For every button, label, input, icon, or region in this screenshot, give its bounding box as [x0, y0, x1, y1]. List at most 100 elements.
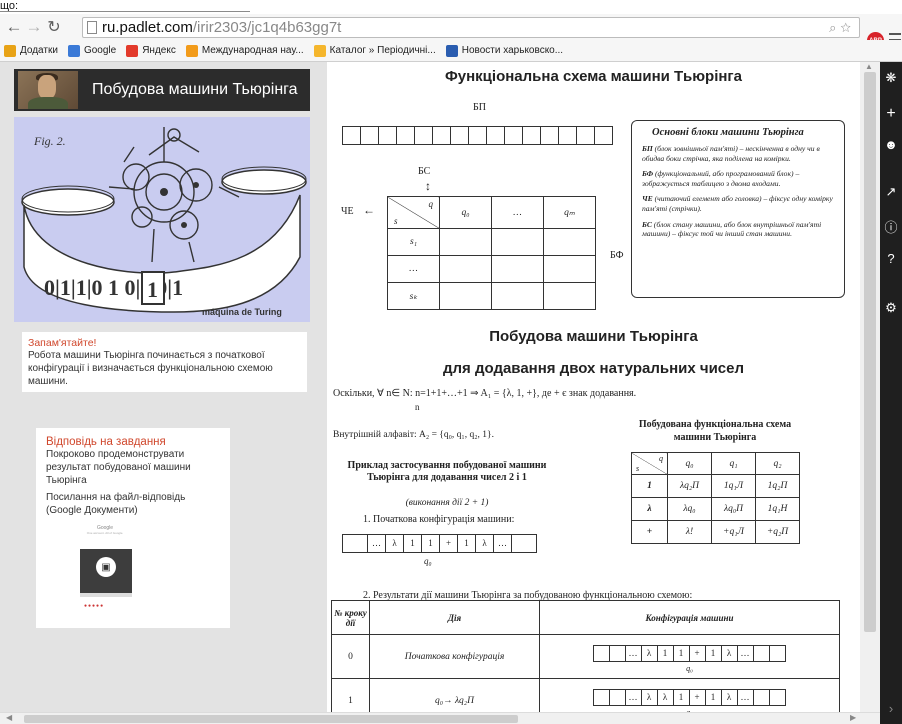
- book-icon: ▣: [96, 557, 116, 577]
- subtitle-1: Побудова машини Тьюрінга: [489, 328, 698, 345]
- built-scheme-title: Побудована функціональна схема машини Ть…: [638, 419, 792, 443]
- config-tape-cell: λ: [720, 644, 738, 662]
- settings-gear-icon[interactable]: ⚙: [880, 298, 902, 318]
- config-tape-cell: [768, 688, 786, 706]
- che-label: ЧЕ: [341, 206, 354, 217]
- bookmark-label: Каталог » Періодичні...: [329, 45, 436, 56]
- google-doc-thumbnail[interactable]: Google One account. All of Google. ▣ ●●●…: [54, 525, 156, 609]
- bookmark-item[interactable]: Яндекс: [126, 44, 176, 57]
- bookmark-item[interactable]: Google: [67, 44, 116, 57]
- help-icon[interactable]: ?: [880, 248, 902, 268]
- address-bar[interactable]: ru.padlet.com /irir2303/jc1q4b63gg7t ⌕☆: [82, 17, 860, 38]
- config-tape-cell: [752, 688, 770, 706]
- turing-machine-illustration[interactable]: Fig. 2. 0|1|1|0 1 0|1|0|1 1 máquina de T…: [14, 117, 310, 322]
- tape-cell: λ: [475, 534, 494, 553]
- add-icon[interactable]: +: [880, 104, 902, 124]
- bookmark-item[interactable]: Додатки: [4, 44, 58, 57]
- scheme-title: Функціональна схема машини Тьюрінга: [444, 68, 743, 85]
- bookmark-item[interactable]: Новости харьковско...: [445, 44, 564, 57]
- tape-cell: +: [439, 534, 458, 553]
- scheme-document[interactable]: Функціональна схема машини Тьюрінга БП Б…: [327, 62, 860, 712]
- config-tape-cell: 1: [704, 644, 722, 662]
- built-table-row: + λ! +q₁Л +q₂П: [631, 520, 800, 544]
- globe-icon: [185, 44, 198, 57]
- expand-arrow-icon[interactable]: ›: [880, 698, 902, 718]
- results-row: 0 Початкова конфігурація… λ 1 1 +1 λ… q₀: [331, 634, 840, 679]
- svg-text:1: 1: [147, 277, 158, 302]
- tape-cell: 1: [421, 534, 440, 553]
- answer-body: Покроково продемонструвати результат поб…: [46, 449, 191, 486]
- padlet-title-card[interactable]: Побудова машини Тьюрінга: [14, 69, 310, 111]
- config-tape-cell: +: [688, 688, 706, 706]
- vertical-scroll-thumb[interactable]: [864, 72, 876, 632]
- scroll-up-icon[interactable]: ▲: [865, 62, 873, 71]
- bf-table: q s q₀ … qₘ s₁ … sₖ: [387, 196, 596, 310]
- share-icon[interactable]: ↗: [880, 182, 902, 202]
- config-tape-cell: λ: [720, 688, 738, 706]
- horizontal-scroll-thumb[interactable]: [24, 715, 518, 723]
- built-table-row: 1 λq₂П 1q₁Л 1q₂П: [631, 474, 800, 498]
- results-table: № кроку дії Дія Конфігурація машини 0 Початк…: [331, 600, 840, 712]
- config-tape-cell: [752, 644, 770, 662]
- url-path: /irir2303/jc1q4b63gg7t: [192, 19, 342, 36]
- block-definition: БП (блок зовнішньої пам'яті) – нескінчен…: [642, 144, 820, 163]
- page-icon: [87, 21, 97, 34]
- config-tape-cell: [592, 688, 610, 706]
- user-icon[interactable]: ☻: [880, 134, 902, 154]
- tape-cell: …: [367, 534, 386, 553]
- thumb-dots: ●●●●●: [84, 603, 105, 609]
- answer-title: Відповідь на завдання: [46, 436, 166, 448]
- config-tape-cell: λ: [656, 688, 674, 706]
- google-icon: [67, 44, 80, 57]
- reload-icon[interactable]: ↻: [44, 16, 64, 38]
- bookmark-item[interactable]: Международная нау...: [185, 44, 304, 57]
- bookmark-label: Додатки: [20, 45, 58, 56]
- built-table-row: λ λq₀ λq₀П 1q₁Н: [631, 497, 800, 521]
- step-1-label: 1. Початкова конфігурація машини:: [363, 514, 515, 525]
- config-tape-cell: 1: [704, 688, 722, 706]
- bookmark-label: Яндекс: [142, 45, 176, 56]
- tape-cell: …: [493, 534, 512, 553]
- subtitle-2: для додавання двох натуральних чисел: [442, 360, 745, 377]
- padlet-logo-icon[interactable]: ❋: [880, 68, 902, 88]
- vertical-scrollbar[interactable]: ▲: [860, 62, 880, 712]
- news-icon: [445, 44, 458, 57]
- answer-link-text[interactable]: Посилання на файл-відповідь (Google Доку…: [46, 491, 220, 517]
- config-tape-cell: 1: [672, 688, 690, 706]
- bf-label: БФ: [610, 250, 624, 261]
- reminder-body: Робота машини Тьюрінга починається з поч…: [28, 350, 273, 387]
- config-tape-cell: λ: [640, 688, 658, 706]
- reminder-note[interactable]: Запам'ятайте! Робота машини Тьюрінга поч…: [22, 332, 307, 392]
- built-head-cell: q₂: [755, 452, 800, 475]
- zoom-and-star-icons[interactable]: ⌕☆: [829, 20, 855, 36]
- bf-corner-cell: q s: [387, 196, 440, 229]
- info-icon[interactable]: ⓘ: [880, 216, 902, 236]
- config-tape-cell: λ: [640, 644, 658, 662]
- page-viewport: Побудова машини Тьюрінга Fig. 2. 0|1|1|0: [0, 62, 880, 712]
- fig-label: Fig. 2.: [33, 134, 66, 148]
- config-tape-cell: …: [624, 644, 642, 662]
- padlet-side-toolbar: ❋ + ☻ ↗ ⓘ ? ⚙ ›: [880, 62, 902, 724]
- initial-tape: … λ 1 1 +1 λ…: [342, 534, 537, 553]
- back-arrow-icon[interactable]: ←: [4, 16, 24, 38]
- bookmark-label: Новости харьковско...: [461, 45, 564, 56]
- turing-portrait: [18, 71, 78, 109]
- config-tape-cell: [608, 688, 626, 706]
- thumb-subtitle: One account. All of Google.: [86, 531, 124, 535]
- top-fragment-line: [0, 11, 250, 12]
- scroll-right-icon[interactable]: ▶: [850, 713, 856, 722]
- bs-arrow-icon: ↕: [425, 179, 431, 193]
- yandex-icon: [126, 44, 139, 57]
- built-head-cell: q₀: [667, 452, 712, 475]
- config-tape-cell: +: [688, 644, 706, 662]
- results-header-cell: Дія: [369, 600, 540, 635]
- tape-cell: [511, 534, 537, 553]
- bookmark-item[interactable]: Каталог » Періодичні...: [313, 44, 436, 57]
- scroll-left-icon[interactable]: ◀: [6, 713, 12, 722]
- horizontal-scrollbar[interactable]: ◀ ▶: [0, 712, 880, 724]
- head-state-label: q₀: [424, 556, 432, 566]
- tape-cell: 1: [403, 534, 422, 553]
- block-definition: БС (блок стану машини, або блок внутрішн…: [642, 219, 822, 239]
- forward-arrow-icon[interactable]: →: [24, 16, 44, 38]
- answer-note[interactable]: Відповідь на завдання Покроково продемон…: [36, 428, 230, 628]
